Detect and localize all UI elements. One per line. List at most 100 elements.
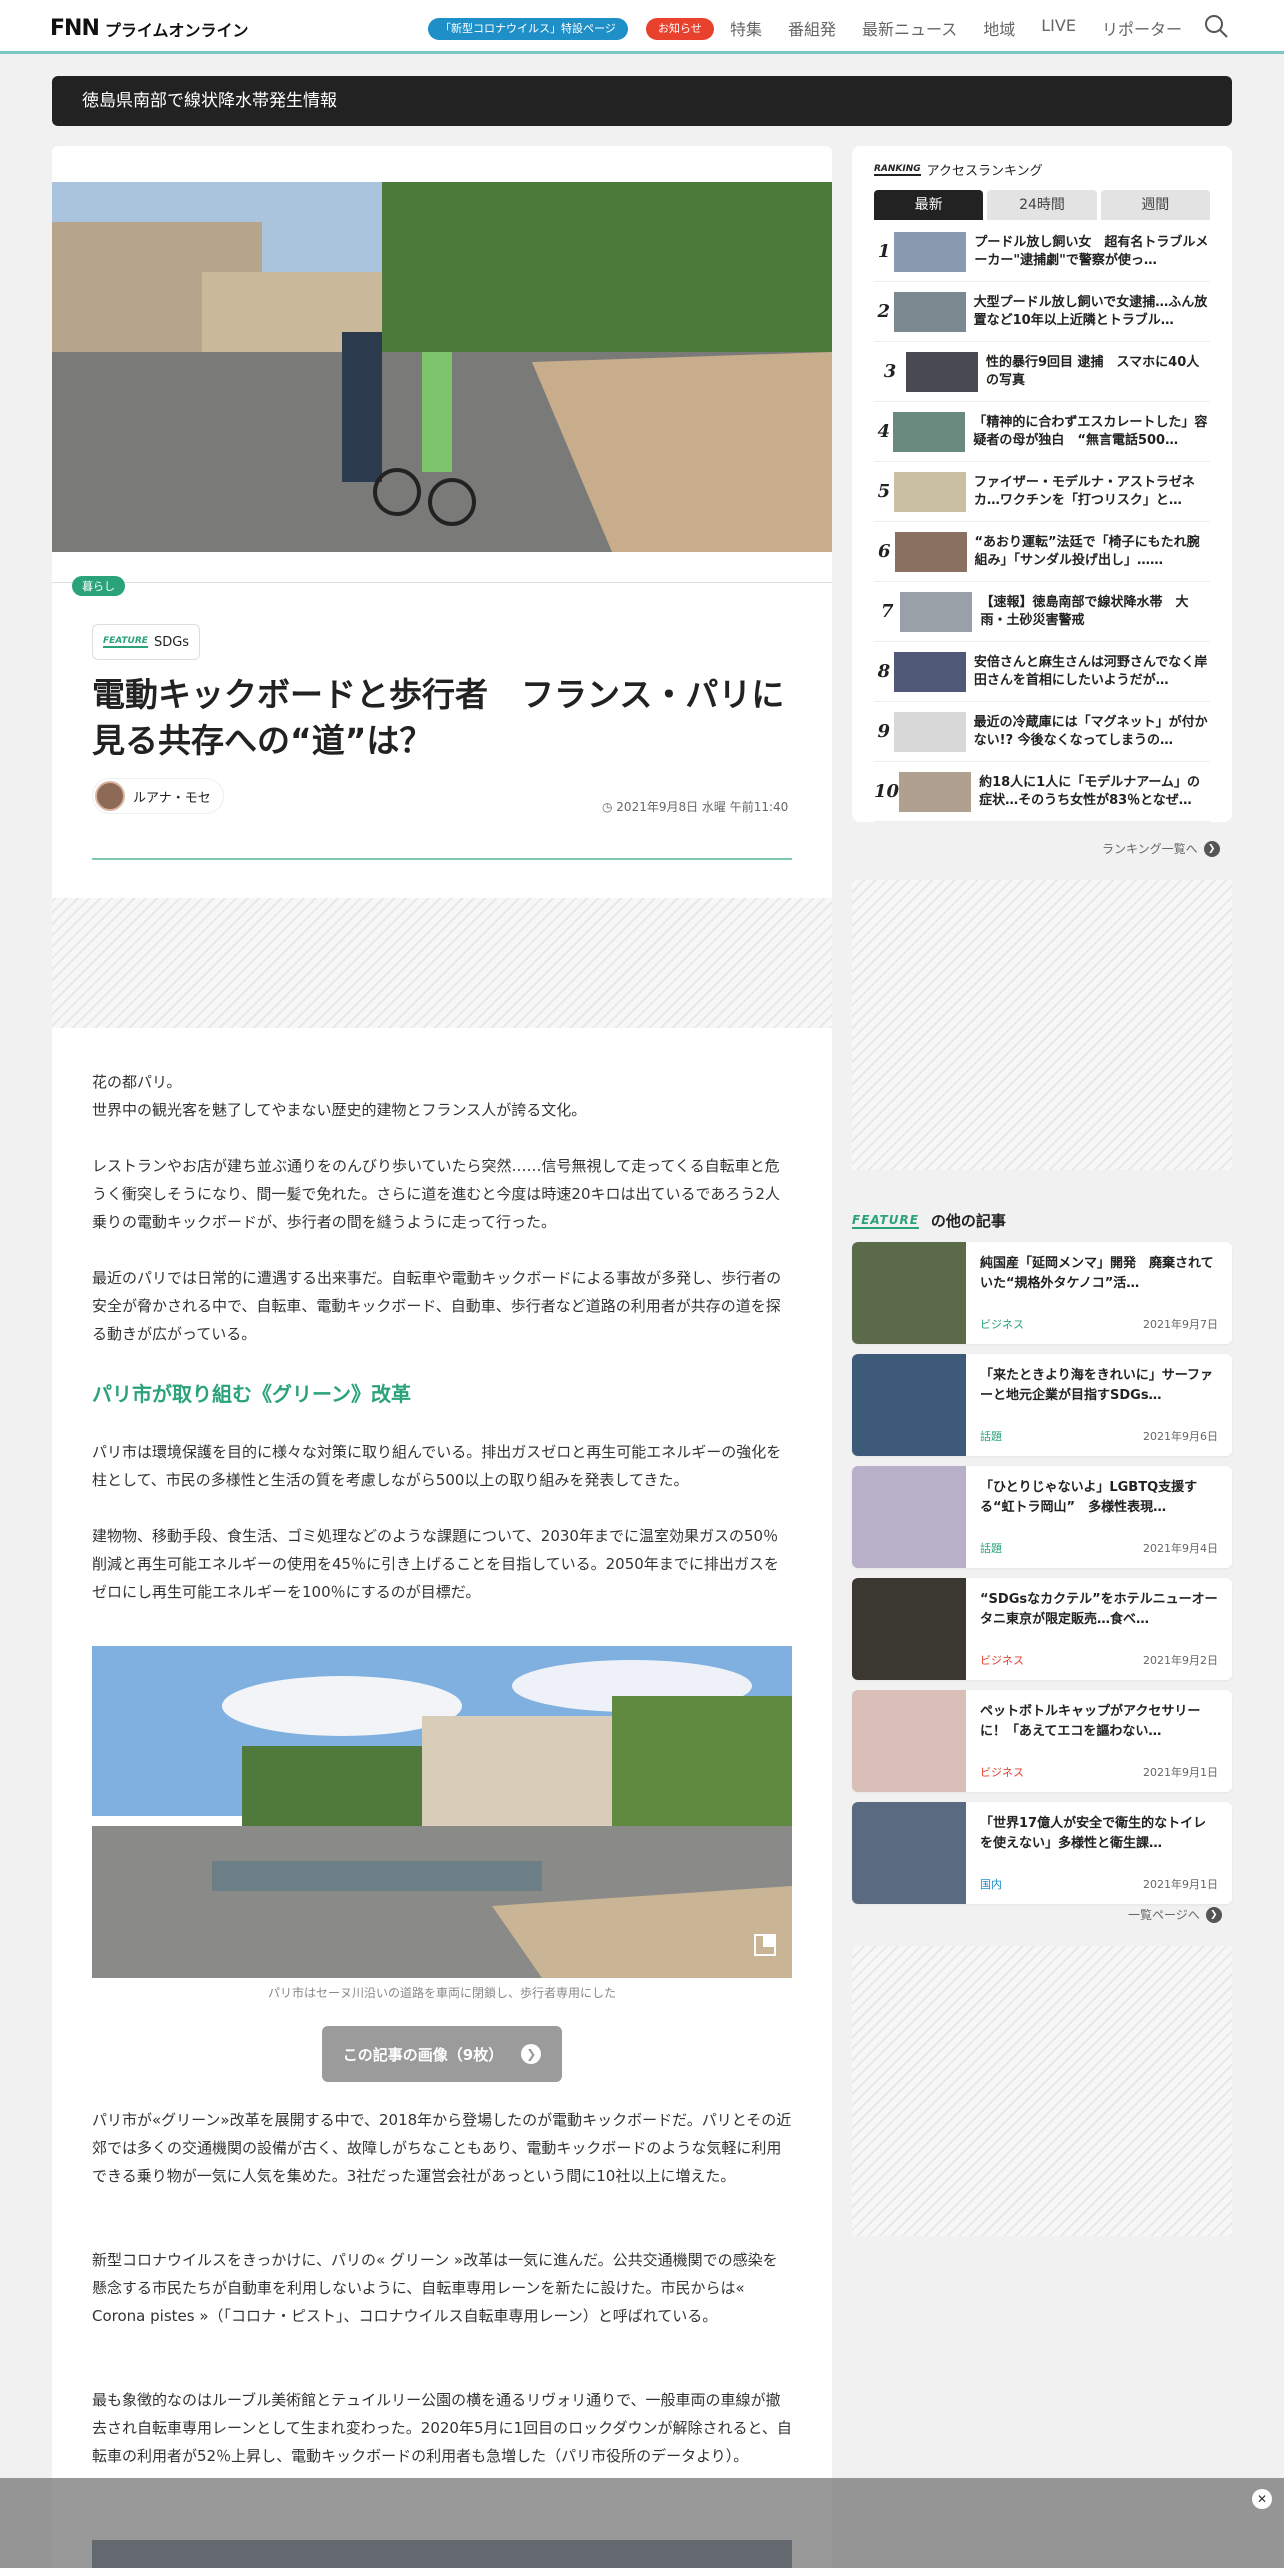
ranking-item[interactable]: 4 「精神的に合わずエスカレートした」容疑者の母が独白 “無言電話500… [874,402,1210,462]
feature-category[interactable]: 話題 [980,1428,1002,1444]
feature-thumbnail [852,1242,966,1344]
close-icon[interactable]: ✕ [1252,2489,1272,2509]
paragraph: レストランやお店が建ち並ぶ通りをのんびり歩いていたら突然……信号無視して走ってく… [92,1157,780,1231]
author-avatar [95,781,125,811]
gallery-button[interactable]: この記事の画像（9枚） ❯ [322,2026,562,2082]
ranking-tabs: 最新 24時間 週間 [874,190,1210,220]
main-nav: 特集 番組発 最新ニュース 地域 LIVE リポーター [730,16,1182,40]
ranking-item[interactable]: 6 “あおり運転”法廷で「椅子にもたれ腕組み」「サンダル投げ出し」…… [874,522,1210,582]
rank-headline: ファイザー・モデルナ・アストラゼネカ…ワクチンを「打つリスク」と… [973,474,1195,508]
feature-category[interactable]: 国内 [980,1876,1002,1892]
feature-card[interactable]: 「ひとりじゃないよ」LGBTQ支援する“虹トラ岡山” 多様性表現… 話題 2021年… [852,1466,1232,1568]
ranking-title: アクセスランキング [926,164,1043,179]
feature-tag-sdgs[interactable]: FEATURE SDGs [92,624,201,660]
rank-number: 6 [877,541,891,562]
feature-card-body: “SDGsなカクテル”をホテルニューオータニ東京が限定販売…食べ… ビジネス 202… [966,1578,1232,1680]
nav-item-bangumi[interactable]: 番組発 [788,16,836,40]
feature-category[interactable]: ビジネス [980,1316,1024,1332]
nav-item-latest-news[interactable]: 最新ニュース [862,16,957,40]
paragraph: 新型コロナウイルスをきっかけに、パリの« グリーン »改革は一気に進んだ。公共交… [92,2251,778,2325]
feature-card[interactable]: 純国産「延岡メンマ」開発 廃棄されていた“規格外タケノコ”活… ビジネス 2021年… [852,1242,1232,1344]
feature-date: 2021年9月7日 [1143,1318,1218,1331]
ranking-item[interactable]: 7 【速報】徳島南部で線状降水帯 大雨・土砂災害警戒 [874,582,1210,642]
feature-card[interactable]: “SDGsなカクテル”をホテルニューオータニ東京が限定販売…食べ… ビジネス 202… [852,1578,1232,1680]
nav-item-reporter[interactable]: リポーター [1102,16,1182,40]
feature-headline: 純国産「延岡メンマ」開発 廃棄されていた“規格外タケノコ”活… [980,1256,1214,1291]
tab-24h[interactable]: 24時間 [987,190,1097,220]
feature-list: 純国産「延岡メンマ」開発 廃棄されていた“規格外タケノコ”活… ビジネス 2021年… [852,1242,1232,1914]
feature-card-body: 「ひとりじゃないよ」LGBTQ支援する“虹トラ岡山” 多様性表現… 話題 2021年… [966,1466,1232,1568]
rank-headline: 安倍さんと麻生さんは河野さんでなく岸田さんを首相にしたいようだが… [973,654,1208,688]
logo-prime-online: プライムオンライン [104,20,249,40]
chevron-right-icon: ❯ [1205,1906,1222,1923]
rank-thumbnail [893,711,966,752]
ranking-item[interactable]: 10 約18人に1人に「モデルナアーム」の症状…そのうち女性が83％となぜ… [874,762,1210,822]
feature-thumbnail [852,1690,966,1792]
rank-number: 10 [874,781,900,802]
feature-more-link[interactable]: 一覧ページへ ❯ [1128,1906,1222,1923]
rank-thumbnail [894,231,967,272]
notice-link[interactable]: お知らせ [646,18,714,40]
article-main: 暮らし FEATURE SDGs 電動キックボードと歩行者 フランス・パリに見る… [52,146,832,2568]
chevron-right-icon: ❯ [521,2044,542,2064]
feature-category[interactable]: 話題 [980,1540,1002,1556]
rank-thumbnail [900,591,973,632]
ad-placeholder [52,898,832,1028]
ranking-item[interactable]: 5 ファイザー・モデルナ・アストラゼネカ…ワクチンを「打つリスク」と… [874,462,1210,522]
feature-headline: 「世界17億人が安全で衛生的なトイレを使えない」多様性と衛生課… [980,1816,1207,1851]
ranking-item[interactable]: 9 最近の冷蔵庫には「マグネット」が付かない!? 今後なくなってしまうの… [874,702,1210,762]
site-header: FNN プライムオンライン 「新型コロナウイルス」特設ページ お知らせ 特集 番… [0,0,1284,54]
tab-latest[interactable]: 最新 [874,190,984,220]
rank-number: 3 [883,361,897,382]
category-badge[interactable]: 暮らし [72,576,125,596]
feature-card[interactable]: 「来たときより海をきれいに」サーファーと地元企業が目指すSDGs… 話題 2021年… [852,1354,1232,1456]
ranking-more-link[interactable]: ランキング一覧へ ❯ [1102,840,1220,857]
hero-divider [52,582,832,583]
title-divider [92,858,792,860]
feature-headline: 「ひとりじゃないよ」LGBTQ支援する“虹トラ岡山” 多様性表現… [980,1480,1198,1515]
feature-card-body: 純国産「延岡メンマ」開発 廃棄されていた“規格外タケノコ”活… ビジネス 2021年… [966,1242,1232,1344]
author-chip[interactable]: ルアナ・モセ [92,778,224,814]
feature-date: 2021年9月6日 [1143,1430,1218,1443]
article-image[interactable] [92,1646,792,1978]
feature-word: FEATURE [852,1212,919,1229]
rank-thumbnail [899,771,972,812]
feature-category[interactable]: ビジネス [980,1652,1024,1668]
ranking-item[interactable]: 1 プードル放し飼い女 超有名トラブルメーカー"逮捕劇"で警察が使っ… [874,222,1210,282]
nav-item-region[interactable]: 地域 [983,16,1015,40]
rank-headline: 【速報】徳島南部で線状降水帯 大雨・土砂災害警戒 [980,594,1189,628]
feature-more-label: 一覧ページへ [1128,1908,1200,1922]
rank-thumbnail [894,531,967,572]
ranking-panel: RANKING アクセスランキング 最新 24時間 週間 1 プードル放し飼い女 … [852,146,1232,822]
nav-item-live[interactable]: LIVE [1041,16,1076,40]
feature-card[interactable]: ペットボトルキャップがアクセサリーに！「あえてエコを謳わない… ビジネス 2021年… [852,1690,1232,1792]
ranking-heading: RANKING アクセスランキング [874,160,1043,179]
ranking-item[interactable]: 8 安倍さんと麻生さんは河野さんでなく岸田さんを首相にしたいようだが… [874,642,1210,702]
rank-number: 7 [880,601,894,622]
search-icon[interactable] [1203,13,1229,39]
publish-date-text: 2021年9月8日 水曜 午前11:40 [616,800,789,814]
expand-icon[interactable] [752,1932,778,1958]
rank-number: 4 [877,421,890,442]
site-logo[interactable]: FNN プライムオンライン [50,16,249,41]
ranking-word: RANKING [874,163,921,176]
rank-number: 9 [877,721,891,742]
tab-weekly[interactable]: 週間 [1100,190,1210,220]
chevron-right-icon: ❯ [1203,840,1220,857]
clock-icon: ◷ [602,800,617,814]
nav-item-tokushu[interactable]: 特集 [730,16,762,40]
rank-thumbnail [893,651,966,692]
ranking-item[interactable]: 3 性的暴行9回目 逮捕 スマホに40人の写真 [874,342,1210,402]
corona-special-link[interactable]: 「新型コロナウイルス」特設ページ [428,18,628,40]
feature-date: 2021年9月4日 [1143,1542,1218,1555]
feature-card[interactable]: 「世界17億人が安全で衛生的なトイレを使えない」多様性と衛生課… 国内 2021年9… [852,1802,1232,1904]
ranking-item[interactable]: 2 大型プードル放し飼いで女逮捕…ふん放置など10年以上近隣とトラブル… [874,282,1210,342]
section-heading: パリ市が取り組む《グリーン》改革 [92,1382,411,1406]
rank-number: 8 [877,661,891,682]
feature-card-body: ペットボトルキャップがアクセサリーに！「あえてエコを謳わない… ビジネス 2021年… [966,1690,1232,1792]
bottom-ad-overlay [0,2478,1284,2568]
rank-thumbnail [893,411,966,452]
feature-category[interactable]: ビジネス [980,1764,1024,1780]
breaking-news-banner[interactable]: 徳島県南部で線状降水帯発生情報 [52,76,1232,126]
feature-word: FEATURE [103,636,148,648]
